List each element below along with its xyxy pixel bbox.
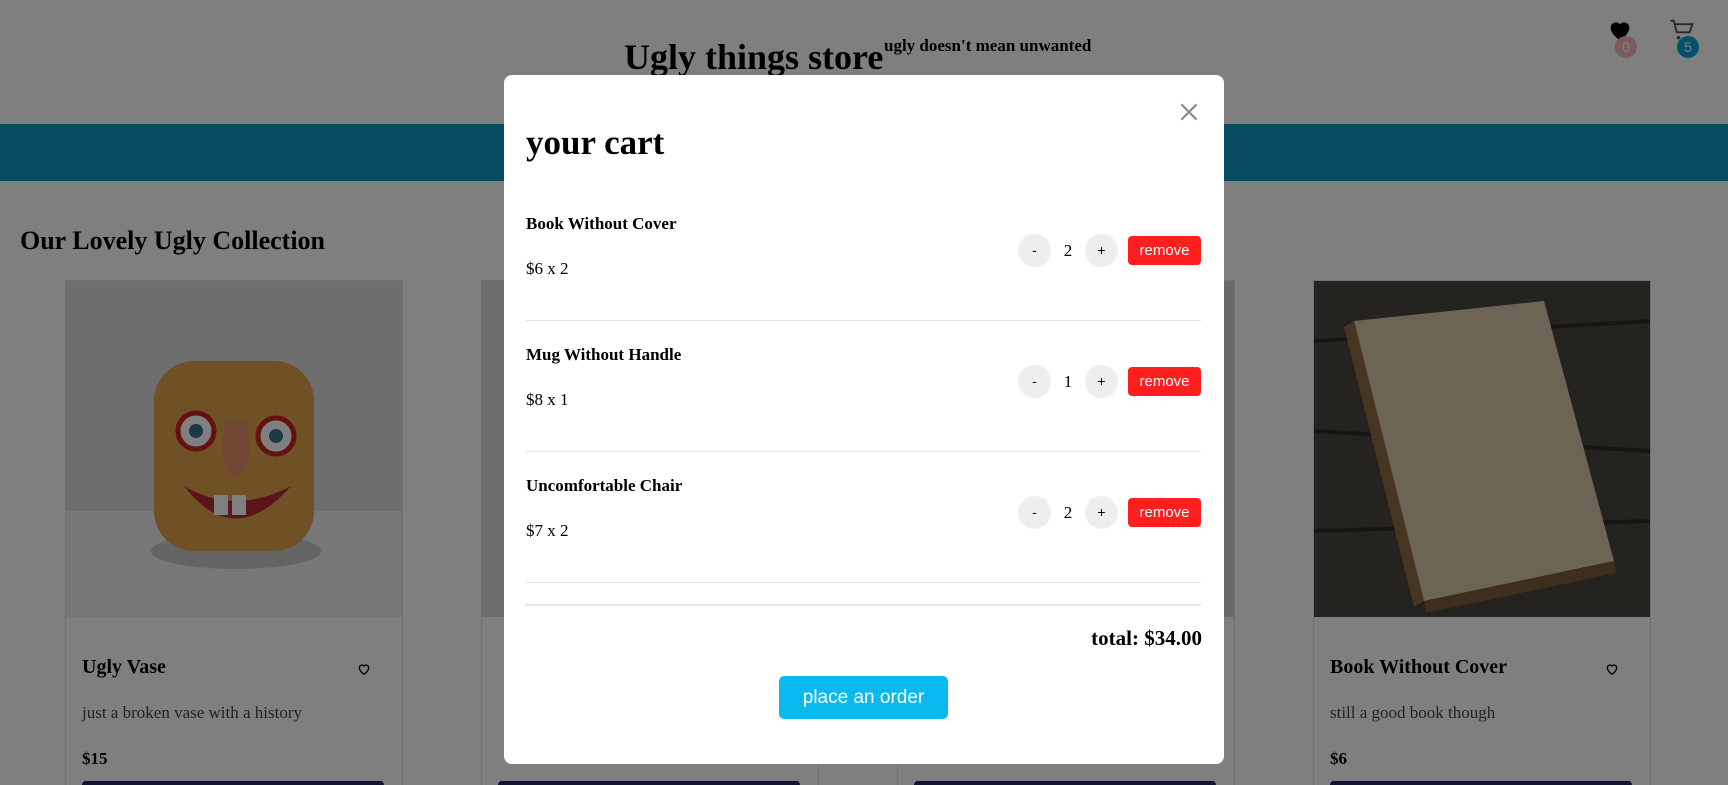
quantity-value: 1 bbox=[1063, 371, 1073, 391]
quantity-stepper: - 1 + remove bbox=[1018, 365, 1201, 398]
cart-item: Book Without Cover $6 x 2 - 2 + remove bbox=[526, 190, 1201, 321]
total-divider bbox=[526, 604, 1201, 606]
cart-item-list: Book Without Cover $6 x 2 - 2 + remove M… bbox=[526, 214, 1201, 583]
remove-item-button[interactable]: remove bbox=[1128, 498, 1201, 527]
increase-quantity-button[interactable]: + bbox=[1085, 234, 1118, 267]
decrease-quantity-button[interactable]: - bbox=[1018, 234, 1051, 267]
quantity-stepper: - 2 + remove bbox=[1018, 496, 1201, 529]
cart-modal: your cart Book Without Cover $6 x 2 - 2 … bbox=[504, 75, 1224, 764]
decrease-quantity-button[interactable]: - bbox=[1018, 496, 1051, 529]
cart-item-price: $7 x 2 bbox=[526, 521, 569, 540]
remove-item-button[interactable]: remove bbox=[1128, 367, 1201, 396]
quantity-value: 2 bbox=[1063, 240, 1073, 260]
quantity-stepper: - 2 + remove bbox=[1018, 234, 1201, 267]
cart-item-price: $8 x 1 bbox=[526, 390, 569, 409]
modal-title: your cart bbox=[526, 123, 665, 162]
place-order-button[interactable]: place an order bbox=[779, 676, 948, 719]
cart-item: Mug Without Handle $8 x 1 - 1 + remove bbox=[526, 321, 1201, 452]
cart-item-price: $6 x 2 bbox=[526, 259, 569, 278]
increase-quantity-button[interactable]: + bbox=[1085, 496, 1118, 529]
cart-item-name: Book Without Cover bbox=[526, 214, 677, 233]
cart-item-name: Mug Without Handle bbox=[526, 345, 682, 364]
close-icon[interactable] bbox=[1176, 99, 1202, 125]
cart-item-name: Uncomfortable Chair bbox=[526, 476, 683, 495]
increase-quantity-button[interactable]: + bbox=[1085, 365, 1118, 398]
quantity-value: 2 bbox=[1063, 502, 1073, 522]
cart-total: total: $34.00 bbox=[1091, 626, 1202, 650]
decrease-quantity-button[interactable]: - bbox=[1018, 365, 1051, 398]
remove-item-button[interactable]: remove bbox=[1128, 236, 1201, 265]
cart-item: Uncomfortable Chair $7 x 2 - 2 + remove bbox=[526, 452, 1201, 583]
